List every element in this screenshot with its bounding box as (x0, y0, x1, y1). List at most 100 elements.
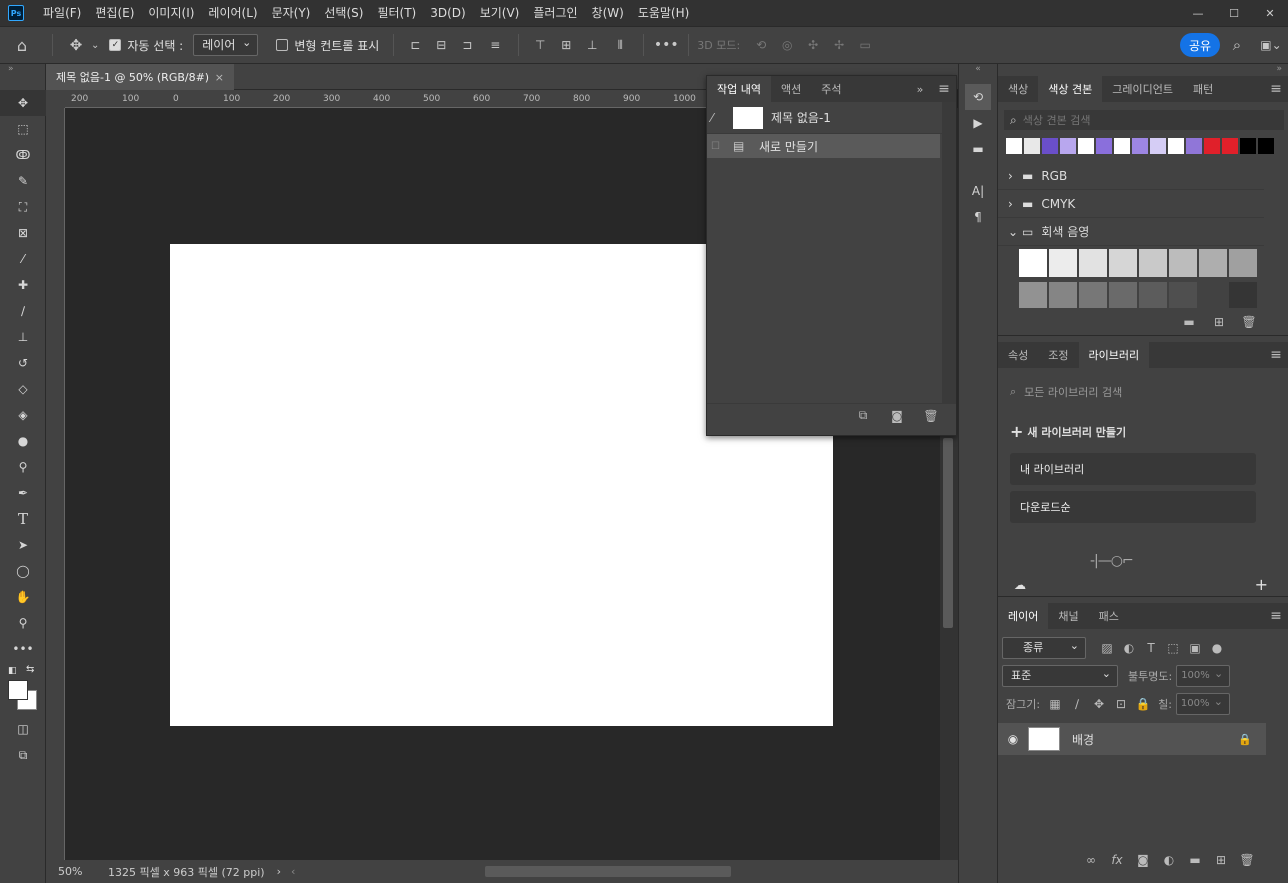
tab-color[interactable]: 색상 (998, 76, 1038, 102)
history-scrollbar[interactable] (942, 102, 956, 404)
lock-all-icon[interactable]: 🔒 (1132, 694, 1154, 714)
swatch-folder-grayscale[interactable]: ⌄ ▭ 회색 음영 (998, 218, 1264, 246)
tab-libraries[interactable]: 라이브러리 (1078, 342, 1150, 368)
eyedropper-tool-icon[interactable]: ⁄ (0, 246, 46, 272)
menu-view[interactable]: 보기(V) (473, 0, 527, 26)
menu-filter[interactable]: 필터(T) (370, 0, 423, 26)
distribute-vertical-icon[interactable]: ⫴ (605, 38, 635, 53)
tab-notes[interactable]: 주석 (811, 76, 851, 102)
history-state[interactable]: ☐ ▤ 새로 만들기 (707, 134, 940, 158)
lock-transparent-icon[interactable]: ▦ (1044, 694, 1066, 714)
history-brush-source-icon[interactable]: ⁄ (711, 111, 733, 125)
gray-swatch[interactable] (1139, 282, 1167, 308)
tab-history[interactable]: 작업 내역 (707, 76, 771, 102)
align-middle-icon[interactable]: ⊞ (553, 38, 579, 52)
opacity-field[interactable]: 100% (1176, 664, 1231, 687)
panel-menu-icon[interactable]: ≡ (1264, 342, 1288, 368)
history-brush-tool-icon[interactable]: ↺ (0, 350, 46, 376)
layer-row[interactable]: ◉ 배경 🔒 (998, 723, 1266, 755)
trash-icon[interactable]: 🗑 (1238, 312, 1260, 332)
gray-swatch[interactable] (1199, 249, 1227, 277)
color-swatch[interactable] (1078, 138, 1094, 154)
smart-object-filter-icon[interactable]: ▣ (1184, 638, 1206, 658)
trash-icon[interactable]: 🗑 (1236, 850, 1258, 870)
library-item[interactable]: 다운로드순 (1010, 491, 1256, 523)
align-bottom-icon[interactable]: ⊥ (579, 38, 605, 52)
fx-icon[interactable]: fx (1106, 850, 1128, 870)
more-options-icon[interactable]: ••• (652, 37, 680, 53)
character-panel-icon[interactable]: A| (959, 178, 997, 204)
tab-swatches[interactable]: 색상 견본 (1038, 76, 1103, 102)
menu-plugins[interactable]: 플러그인 (526, 0, 584, 26)
gray-swatch[interactable] (1229, 282, 1257, 308)
brush-tool-icon[interactable]: ∕ (0, 298, 46, 324)
transform-controls-checkbox[interactable] (276, 39, 289, 51)
chevron-down-icon[interactable]: ⌄ (91, 40, 99, 51)
trash-icon[interactable]: 🗑 (920, 406, 942, 426)
healing-brush-tool-icon[interactable]: ✚ (0, 272, 46, 298)
library-item[interactable]: 내 라이브러리 (1010, 453, 1256, 485)
distribute-icon[interactable]: ≡ (480, 38, 510, 52)
path-selection-tool-icon[interactable]: ➤ (0, 532, 46, 558)
group-folder-icon[interactable]: ▬ (1184, 850, 1206, 870)
tab-adjustments[interactable]: 조정 (1038, 342, 1078, 368)
color-swatch[interactable] (1186, 138, 1202, 154)
swatch-folder-rgb[interactable]: › ▬ RGB (998, 162, 1264, 190)
color-swatch[interactable] (1114, 138, 1130, 154)
type-tool-icon[interactable]: T (0, 506, 46, 532)
gray-swatch[interactable] (1139, 249, 1167, 277)
tab-paths[interactable]: 패스 (1089, 603, 1129, 629)
align-center-icon[interactable]: ⊟ (428, 38, 454, 52)
collapse-right-icon[interactable]: » (998, 64, 1288, 74)
search-icon[interactable]: ⌕ (1220, 36, 1254, 54)
maximize-icon[interactable]: ☐ (1216, 0, 1252, 26)
vertical-ruler[interactable] (46, 108, 65, 860)
horizontal-scroll-thumb[interactable] (485, 866, 732, 877)
gray-swatch[interactable] (1169, 282, 1197, 308)
crop-tool-icon[interactable]: ⛶ (0, 194, 46, 220)
color-swatch[interactable] (1042, 138, 1058, 154)
eye-icon[interactable]: ◉ (998, 732, 1028, 746)
comments-panel-icon[interactable]: ▬ (959, 136, 997, 162)
gray-swatch[interactable] (1049, 282, 1077, 308)
swatch-search[interactable]: ⌕ (1004, 110, 1284, 130)
color-swatch[interactable] (1060, 138, 1076, 154)
panel-menu-icon[interactable]: ≡ (932, 76, 956, 102)
camera-icon[interactable]: ◙ (886, 406, 908, 426)
swatch-search-input[interactable] (1022, 113, 1253, 127)
align-top-icon[interactable]: ⊤ (527, 38, 553, 52)
workspace-icon[interactable]: ▣⌄ (1254, 38, 1288, 52)
dodge-tool-icon[interactable]: ⚲ (0, 454, 46, 480)
layer-filter-dropdown[interactable]: 종류 (1002, 636, 1086, 659)
default-colors-icon[interactable]: ◧ (8, 666, 17, 676)
paragraph-panel-icon[interactable]: ¶ (959, 204, 997, 230)
gray-swatch[interactable] (1079, 249, 1107, 277)
color-swatch[interactable] (1240, 138, 1256, 154)
color-swatch[interactable] (1024, 138, 1040, 154)
link-layers-icon[interactable]: ∞ (1080, 850, 1102, 870)
tab-layers[interactable]: 레이어 (998, 603, 1049, 629)
quick-mask-icon[interactable]: ◫ (0, 716, 46, 742)
lock-position-icon[interactable]: ✥ (1088, 694, 1110, 714)
tab-channels[interactable]: 채널 (1048, 603, 1088, 629)
pen-tool-icon[interactable]: ✒ (0, 480, 46, 506)
color-swatch[interactable] (1132, 138, 1148, 154)
gray-swatch[interactable] (1019, 282, 1047, 308)
foreground-color[interactable] (8, 680, 28, 700)
new-document-from-state-icon[interactable]: ⧉ (852, 406, 874, 426)
new-swatch-icon[interactable]: ⊞ (1208, 312, 1230, 332)
close-icon[interactable]: ✕ (1252, 0, 1288, 26)
layer-mask-icon[interactable]: ◙ (1132, 850, 1154, 870)
edit-toolbar-icon[interactable]: ••• (0, 636, 46, 662)
collapse-panel-icon[interactable]: » (908, 76, 932, 102)
add-icon[interactable]: + (1255, 575, 1268, 594)
history-state-checkbox[interactable]: ☐ (711, 141, 733, 152)
tab-actions[interactable]: 액션 (771, 76, 811, 102)
blend-mode-dropdown[interactable]: 표준 (1002, 664, 1118, 687)
share-button[interactable]: 공유 (1180, 33, 1220, 57)
eraser-tool-icon[interactable]: ◇ (0, 376, 46, 402)
lock-paint-icon[interactable]: ∕ (1066, 694, 1088, 714)
screen-mode-icon[interactable]: ⧉ (0, 742, 46, 768)
color-swatch[interactable] (1222, 138, 1238, 154)
clone-stamp-tool-icon[interactable]: ⊥ (0, 324, 46, 350)
